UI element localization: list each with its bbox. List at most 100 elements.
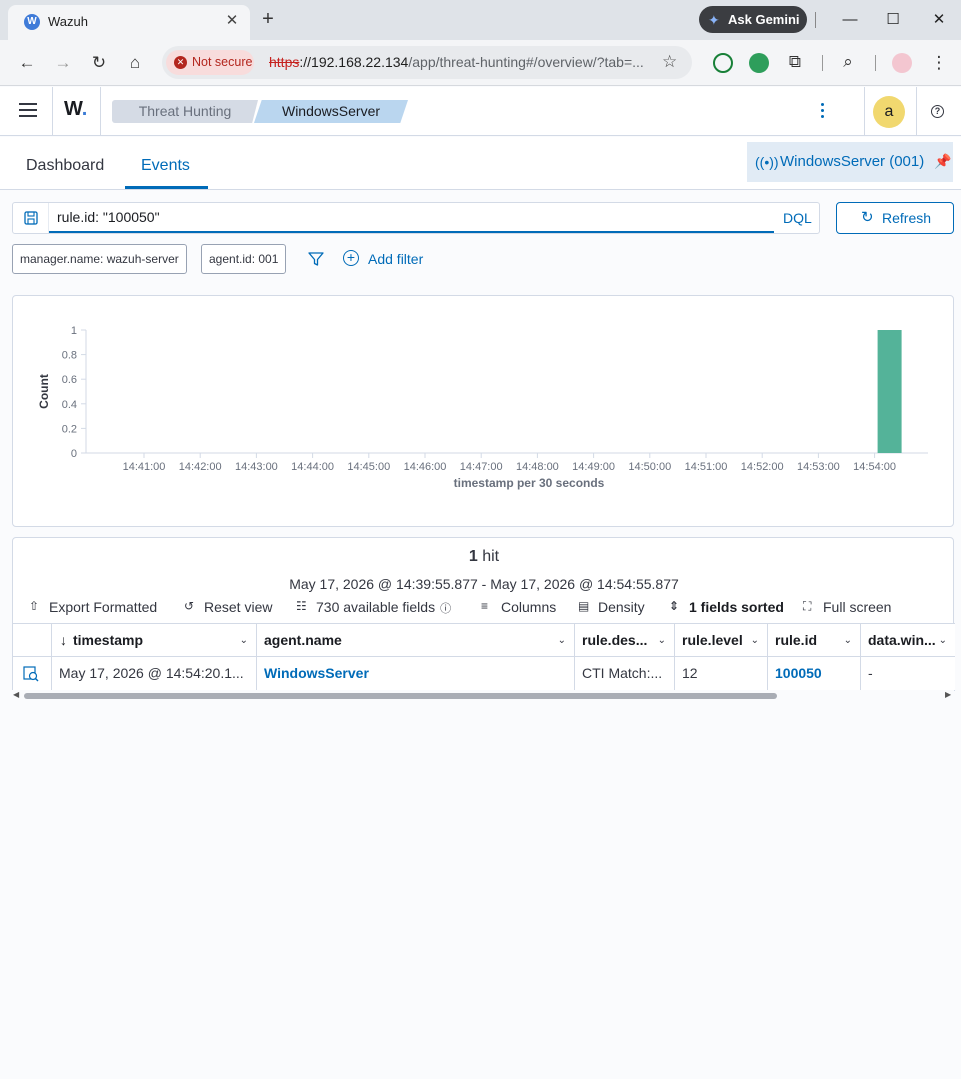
x-tick-label: 14:53:00 [797, 461, 840, 473]
filter-icon[interactable] [307, 251, 325, 267]
available-fields-button[interactable]: ☷ 730 available fields ⓘ [296, 599, 451, 616]
saved-query-icon[interactable] [13, 203, 49, 233]
cell-timestamp[interactable]: May 17, 2026 @ 14:54:20.1... [52, 657, 257, 690]
column-header-data-win[interactable]: data.win... ⌄ [861, 624, 955, 657]
query-input[interactable] [49, 203, 774, 233]
not-secure-chip[interactable]: ✕ Not secure [166, 50, 254, 75]
warning-icon: ✕ [174, 56, 187, 69]
column-header-rule-description[interactable]: rule.des... ⌄ [575, 624, 675, 657]
full-screen-button[interactable]: ⛶ Full screen [803, 599, 891, 615]
reset-view-button[interactable]: ↺ Reset view [184, 599, 272, 615]
gemini-sparkle-icon: ✦ [708, 12, 720, 28]
x-tick-label: 14:45:00 [347, 461, 390, 473]
pinned-agent-button[interactable]: ((•)) WindowsServer (001) 📌 [747, 142, 953, 182]
chevron-down-icon[interactable]: ⌄ [844, 624, 852, 657]
browser-tab[interactable]: W Wazuh ✕ [8, 5, 250, 40]
chevron-down-icon[interactable]: ⌄ [658, 624, 666, 657]
cell-rule-description[interactable]: CTI Match:... [575, 657, 675, 690]
url-omnibox[interactable]: ✕ Not secure https://192.168.22.134/app/… [162, 46, 692, 79]
export-icon: ⇧ [29, 599, 40, 613]
bookmark-star-icon[interactable]: ☆ [662, 52, 677, 72]
add-filter-button[interactable]: + Add filter [343, 250, 423, 267]
filter-pill-agent[interactable]: agent.id: 001 [201, 244, 287, 274]
profile-avatar-icon[interactable] [892, 53, 912, 73]
help-icon[interactable]: ? [931, 105, 944, 118]
density-button[interactable]: ▤ Density [578, 599, 645, 615]
sort-button[interactable]: ⇕ 1 fields sorted [669, 599, 784, 615]
extensions-puzzle-icon[interactable]: ⧉ [783, 50, 807, 74]
cell-rule-level[interactable]: 12 [675, 657, 768, 690]
browser-tab-bar: W Wazuh ✕ + ✦ Ask Gemini — ☐ ✕ [0, 0, 961, 40]
header-divider-4 [916, 87, 917, 135]
y-tick-label: 1 [71, 325, 77, 337]
chevron-down-icon[interactable]: ⌄ [751, 624, 759, 657]
filter-pill-manager[interactable]: manager.name: wazuh-server [12, 244, 187, 274]
back-icon[interactable]: ← [15, 51, 39, 75]
column-header-timestamp[interactable]: ↓ timestamp ⌄ [52, 624, 257, 657]
forward-icon[interactable]: → [51, 51, 75, 75]
fullscreen-label: Full screen [823, 599, 892, 615]
minimize-icon[interactable]: — [838, 8, 862, 32]
more-options-icon[interactable] [821, 103, 827, 121]
url-host: ://192.168.22.134 [299, 54, 409, 70]
column-header-agent-name[interactable]: agent.name ⌄ [257, 624, 575, 657]
chevron-down-icon[interactable]: ⌄ [240, 624, 248, 657]
breadcrumb-threat-hunting[interactable]: Threat Hunting [112, 100, 258, 123]
browser-menu-icon[interactable]: ⋮ [927, 51, 951, 75]
url-protocol: https [269, 54, 300, 70]
x-tick-label: 14:50:00 [628, 461, 671, 473]
ask-gemini-button[interactable]: ✦ Ask Gemini [699, 6, 807, 33]
breadcrumb-windowsserver[interactable]: WindowsServer [254, 100, 408, 123]
menu-icon[interactable] [19, 103, 37, 117]
cell-agent-name[interactable]: WindowsServer [257, 657, 575, 690]
x-tick-label: 14:51:00 [685, 461, 728, 473]
x-tick-label: 14:42:00 [179, 461, 222, 473]
grammarly-extension-icon[interactable] [713, 53, 733, 73]
browser-address-bar: ← → ↻ ⌂ ✕ Not secure https://192.168.22.… [0, 40, 961, 86]
cell-data-win[interactable]: - [861, 657, 955, 690]
tab-dashboard[interactable]: Dashboard [26, 157, 104, 175]
control-column-header [13, 624, 52, 657]
close-tab-icon[interactable]: ✕ [222, 11, 242, 31]
column-header-rule-id[interactable]: rule.id ⌄ [768, 624, 861, 657]
url-text[interactable]: https://192.168.22.134/app/threat-huntin… [269, 54, 644, 70]
scrollbar-thumb[interactable] [24, 693, 777, 699]
reload-icon[interactable]: ↻ [87, 51, 111, 75]
query-language-button[interactable]: DQL [783, 210, 812, 226]
y-axis-title: Count [37, 374, 51, 409]
new-tab-icon[interactable]: + [258, 9, 278, 29]
agent-signal-icon: ((•)) [755, 154, 779, 170]
table-row: May 17, 2026 @ 14:54:20.1... WindowsServ… [13, 657, 955, 691]
tab-search-icon[interactable]: ⌕ [836, 50, 860, 74]
column-header-rule-level[interactable]: rule.level ⌄ [675, 624, 768, 657]
scroll-left-icon[interactable]: ◀ [13, 690, 19, 699]
export-label: Export Formatted [49, 599, 158, 615]
window-close-icon[interactable]: ✕ [927, 8, 951, 32]
histogram-chart: 1 0.8 0.6 0.4 0.2 0 14:41:00 14:42:00 14:43:00 14… [37, 325, 928, 490]
cell-rule-id[interactable]: 100050 [768, 657, 861, 690]
toolbar-divider-2 [875, 55, 876, 71]
scroll-right-icon[interactable]: ▶ [945, 690, 951, 699]
maximize-icon[interactable]: ☐ [881, 8, 905, 32]
chevron-down-icon[interactable]: ⌄ [558, 624, 566, 657]
robot-extension-icon[interactable] [749, 53, 769, 73]
export-formatted-button[interactable]: ⇧ Export Formatted [29, 599, 157, 615]
x-tick-label: 14:54:00 [853, 461, 896, 473]
inspect-document-icon[interactable] [13, 657, 52, 690]
user-avatar[interactable]: a [873, 96, 905, 128]
refresh-button[interactable]: ↻ Refresh [836, 202, 954, 234]
chevron-down-icon[interactable]: ⌄ [939, 624, 947, 657]
app-header: W. Threat Hunting WindowsServer a ? [0, 87, 961, 136]
hits-count: 1 hit [13, 548, 955, 566]
home-icon[interactable]: ⌂ [123, 51, 147, 75]
density-icon: ▤ [578, 599, 590, 613]
wazuh-logo[interactable]: W. [64, 98, 87, 121]
x-tick-label: 14:41:00 [123, 461, 166, 473]
x-tick-label: 14:49:00 [572, 461, 615, 473]
column-label: data.win... [868, 632, 936, 648]
columns-button[interactable]: ≡ Columns [481, 599, 556, 615]
pin-icon[interactable]: 📌 [934, 153, 951, 170]
reset-icon: ↺ [184, 599, 195, 613]
tab-events[interactable]: Events [141, 157, 190, 175]
tabbar-divider [815, 12, 816, 28]
